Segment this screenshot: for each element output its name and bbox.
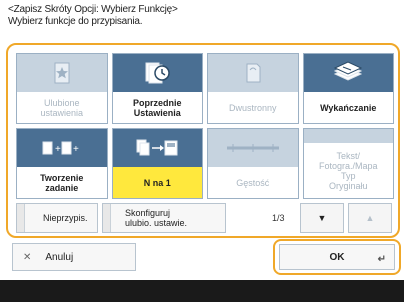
function-label: Dwustronny (228, 102, 277, 113)
text-photo-map-icon (303, 129, 393, 143)
function-original-type-button[interactable]: Tekst/ Fotogra./Mapa Typ Oryginału (302, 128, 394, 199)
unassign-button[interactable]: Nieprzypis. (16, 203, 98, 233)
page-up-button[interactable]: ▲ (348, 203, 392, 233)
ok-focus-ring: OK ↵ (273, 239, 401, 275)
header-title: <Zapisz Skróty Opcji: Wybierz Funkcję> (8, 4, 178, 15)
job-build-icon: + + (17, 129, 107, 167)
chevron-down-icon: ▼ (317, 213, 327, 223)
function-label: Wykańczanie (320, 102, 377, 113)
function-finishing-button[interactable]: Wykańczanie (302, 53, 394, 124)
unassign-label: Nieprzypis. (43, 213, 88, 223)
ok-label: OK (329, 251, 345, 263)
chevron-up-icon: ▲ (365, 213, 375, 223)
function-duplex-button[interactable]: Dwustronny (207, 53, 299, 124)
n-on-1-icon (112, 129, 202, 167)
configure-favorites-label: Skonfiguruj ulubio. ustawie. (125, 208, 188, 228)
page-indicator: 1/3 (272, 213, 285, 223)
svg-text:+: + (73, 144, 79, 155)
duplex-doc-icon (208, 54, 298, 92)
function-label: Tworzenie zadanie (40, 172, 84, 193)
function-label: Ulubione ustawienia (40, 97, 84, 118)
header-instruction: Wybierz funkcje do przypisania. (8, 16, 143, 27)
svg-text:+: + (55, 144, 61, 155)
function-selection-panel: Ulubione ustawienia Poprzednie Ustawieni… (6, 43, 400, 238)
function-label: N na 1 (112, 167, 202, 198)
history-doc-icon (112, 54, 202, 92)
button-accent (17, 204, 25, 232)
cancel-button[interactable]: ✕ Anuluj (12, 243, 136, 271)
close-icon: ✕ (23, 251, 32, 263)
status-bar (0, 280, 404, 302)
function-density-button[interactable]: Gęstość (207, 128, 299, 199)
button-accent (103, 204, 111, 232)
function-label: Poprzednie Ustawienia (132, 97, 182, 118)
page-down-button[interactable]: ▼ (300, 203, 344, 233)
screen-header: <Zapisz Skróty Opcji: Wybierz Funkcję> W… (8, 4, 178, 28)
function-label: Tekst/ Fotogra./Mapa Typ Oryginału (318, 150, 378, 191)
function-job-build-button[interactable]: + + Tworzenie zadanie (16, 128, 108, 199)
cancel-label: Anuluj (45, 251, 74, 263)
density-slider-icon (208, 129, 298, 167)
enter-icon: ↵ (377, 254, 386, 265)
function-previous-settings-button[interactable]: Poprzednie Ustawienia (111, 53, 203, 124)
function-grid: Ulubione ustawienia Poprzednie Ustawieni… (16, 53, 394, 199)
panel-controls: Nieprzypis. Skonfiguruj ulubio. ustawie.… (16, 203, 394, 233)
function-n-on-1-button[interactable]: N na 1 (111, 128, 203, 199)
function-favorite-settings-button[interactable]: Ulubione ustawienia (16, 53, 108, 124)
star-doc-icon (17, 54, 107, 92)
finishing-stack-icon (303, 54, 393, 92)
configure-favorites-button[interactable]: Skonfiguruj ulubio. ustawie. (102, 203, 226, 233)
function-label: Gęstość (236, 177, 270, 188)
ok-button[interactable]: OK ↵ (279, 244, 395, 270)
